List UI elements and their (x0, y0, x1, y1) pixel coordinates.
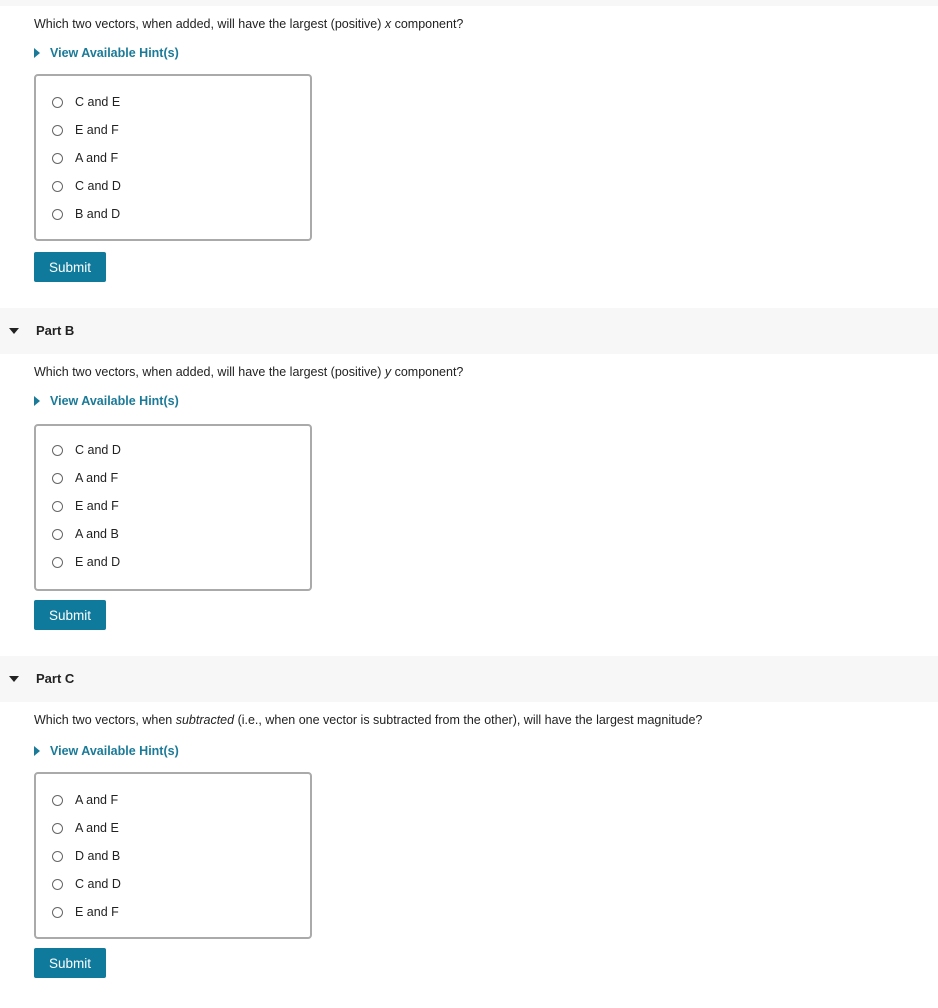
choice-label: C and E (75, 95, 121, 109)
radio-button[interactable] (52, 878, 63, 890)
radio-button[interactable] (52, 124, 63, 136)
choice-option[interactable]: E and F (52, 902, 119, 922)
radio-button[interactable] (52, 96, 63, 108)
part-c-question: Which two vectors, when subtracted (i.e.… (34, 713, 702, 727)
part-a-question: Which two vectors, when added, will have… (34, 17, 463, 31)
part-a-choices: C and E E and F A and F C and D B and D (34, 74, 312, 241)
expand-triangle-icon (34, 395, 40, 406)
hint-link-label: View Available Hint(s) (50, 394, 179, 408)
choice-label: A and B (75, 527, 119, 541)
radio-button[interactable] (52, 528, 63, 540)
choice-label: A and E (75, 821, 119, 835)
radio-button[interactable] (52, 444, 63, 456)
hint-link-label: View Available Hint(s) (50, 744, 179, 758)
question-text: Which two vectors, when added, will have… (34, 365, 385, 379)
choice-option[interactable]: C and D (52, 440, 121, 460)
part-b-choices: C and D A and F E and F A and B E and D (34, 424, 312, 591)
choice-label: E and F (75, 123, 119, 137)
choice-option[interactable]: C and E (52, 92, 120, 112)
choice-option[interactable]: E and F (52, 496, 119, 516)
choice-option[interactable]: A and F (52, 468, 118, 488)
collapse-caret-icon[interactable] (9, 328, 19, 334)
question-text: component? (391, 17, 464, 31)
choice-label: C and D (75, 443, 121, 457)
choice-label: A and F (75, 793, 119, 807)
choice-label: C and D (75, 179, 121, 193)
choice-option[interactable]: C and D (52, 874, 121, 894)
choice-option[interactable]: B and D (52, 204, 120, 224)
part-c-view-hints-link[interactable]: View Available Hint(s) (34, 744, 179, 758)
radio-button[interactable] (52, 208, 63, 220)
expand-triangle-icon (34, 745, 40, 756)
question-text: component? (391, 365, 464, 379)
choice-option[interactable]: E and F (52, 120, 119, 140)
choice-option[interactable]: A and E (52, 818, 119, 838)
previous-section-strip (0, 0, 938, 6)
choice-label: E and D (75, 555, 121, 569)
choice-label: C and D (75, 877, 121, 891)
choice-label: E and F (75, 905, 119, 919)
part-c-header[interactable]: Part C (0, 656, 938, 702)
question-text: Which two vectors, when added, will have… (34, 17, 385, 31)
radio-button[interactable] (52, 500, 63, 512)
choice-label: B and D (75, 207, 121, 221)
choice-option[interactable]: A and B (52, 524, 119, 544)
radio-button[interactable] (52, 906, 63, 918)
radio-button[interactable] (52, 556, 63, 568)
radio-button[interactable] (52, 180, 63, 192)
radio-button[interactable] (52, 822, 63, 834)
hint-link-label: View Available Hint(s) (50, 46, 179, 60)
part-a-view-hints-link[interactable]: View Available Hint(s) (34, 46, 179, 60)
part-c-submit-button[interactable]: Submit (34, 948, 106, 978)
collapse-caret-icon[interactable] (9, 676, 19, 682)
part-c-choices: A and F A and E D and B C and D E and F (34, 772, 312, 939)
part-b-view-hints-link[interactable]: View Available Hint(s) (34, 394, 179, 408)
part-a-submit-button[interactable]: Submit (34, 252, 106, 282)
radio-button[interactable] (52, 472, 63, 484)
expand-triangle-icon (34, 47, 40, 58)
choice-option[interactable]: C and D (52, 176, 121, 196)
choice-option[interactable]: A and F (52, 148, 118, 168)
part-title: Part C (36, 671, 75, 686)
radio-button[interactable] (52, 794, 63, 806)
part-b-question: Which two vectors, when added, will have… (34, 365, 463, 379)
choice-option[interactable]: A and F (52, 790, 118, 810)
part-b-header[interactable]: Part B (0, 308, 938, 354)
radio-button[interactable] (52, 152, 63, 164)
part-title: Part B (36, 323, 75, 338)
choice-label: A and F (75, 151, 119, 165)
choice-label: A and F (75, 471, 119, 485)
choice-label: E and F (75, 499, 119, 513)
question-text: (i.e., when one vector is subtracted fro… (234, 713, 703, 727)
choice-option[interactable]: E and D (52, 552, 120, 572)
part-b-submit-button[interactable]: Submit (34, 600, 106, 630)
radio-button[interactable] (52, 850, 63, 862)
question-text: Which two vectors, when (34, 713, 176, 727)
choice-option[interactable]: D and B (52, 846, 120, 866)
choice-label: D and B (75, 849, 121, 863)
question-emphasis: subtracted (175, 713, 235, 727)
